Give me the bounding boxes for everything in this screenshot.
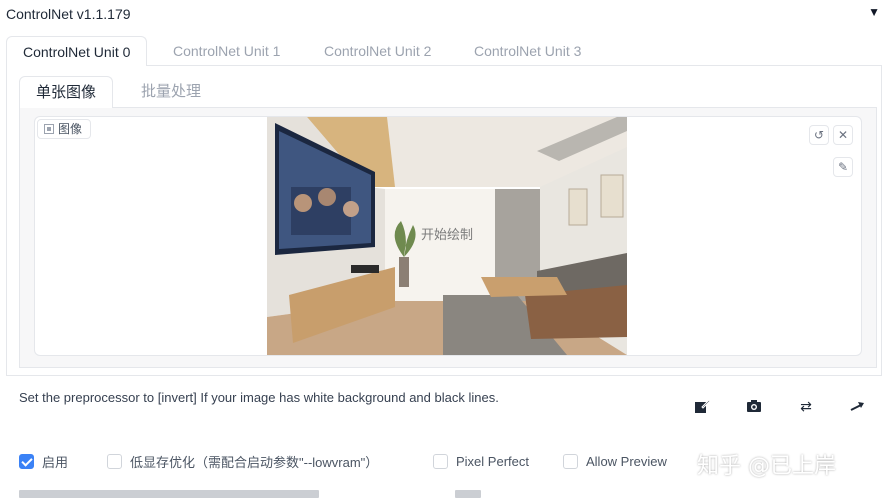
send-dimensions-icon[interactable]: [848, 396, 868, 416]
uploaded-photo: 开始绘制: [267, 117, 627, 355]
image-canvas[interactable]: 图像 开始绘制 ↺ ✕ ✎: [34, 116, 862, 356]
unit-tab-bar: ControlNet Unit 0 ControlNet Unit 1 Cont…: [6, 36, 882, 67]
tab-unit-3[interactable]: ControlNet Unit 3: [474, 36, 581, 66]
triangle-down-icon[interactable]: ▼: [868, 5, 880, 19]
option-lowvram[interactable]: 低显存优化（需配合启动参数"--lowvram"）: [107, 452, 378, 470]
lowvram-label: 低显存优化（需配合启动参数"--lowvram"）: [130, 454, 379, 470]
tab-unit-1[interactable]: ControlNet Unit 1: [173, 36, 280, 66]
tab-unit-0[interactable]: ControlNet Unit 0: [6, 36, 148, 67]
option-allow-preview[interactable]: Allow Preview: [563, 452, 667, 470]
option-enable[interactable]: 启用: [19, 452, 68, 470]
single-image-panel: 图像 开始绘制 ↺ ✕ ✎: [19, 108, 877, 368]
draw-overlay-text: 开始绘制: [421, 228, 473, 243]
image-label-text: 图像: [58, 122, 83, 136]
undo-icon[interactable]: ↺: [809, 125, 829, 145]
swap-icon[interactable]: ⇄: [796, 396, 816, 416]
image-icon: [44, 124, 54, 134]
brush-icon[interactable]: ✎: [833, 157, 853, 177]
camera-icon[interactable]: [744, 396, 764, 416]
watermark: 知乎 @已上岸: [697, 454, 836, 479]
mode-tab-bar: 单张图像 批量处理: [19, 76, 877, 109]
enable-checkbox[interactable]: [19, 453, 34, 469]
tab-unit-2[interactable]: ControlNet Unit 2: [324, 36, 431, 66]
image-label: 图像: [37, 119, 92, 139]
allow-preview-label: Allow Preview: [586, 453, 667, 469]
tab-batch[interactable]: 批量处理: [141, 76, 201, 108]
invert-hint: Set the preprocessor to [invert] If your…: [19, 390, 499, 405]
enable-label: 启用: [42, 454, 69, 470]
panel-title: ControlNet v1.1.179: [6, 6, 131, 22]
pixel-perfect-label: Pixel Perfect: [456, 453, 529, 469]
allow-preview-checkbox[interactable]: [563, 453, 578, 469]
cut-off-row: [455, 490, 481, 498]
edit-canvas-icon[interactable]: [692, 396, 712, 416]
close-icon[interactable]: ✕: [833, 125, 853, 145]
tab-single-image[interactable]: 单张图像: [19, 76, 114, 109]
option-pixel-perfect[interactable]: Pixel Perfect: [433, 452, 529, 470]
unit-panel: 单张图像 批量处理 图像 开始绘制 ↺ ✕ ✎: [6, 66, 882, 376]
cut-off-row: [19, 490, 319, 498]
lowvram-checkbox[interactable]: [107, 453, 122, 469]
pixel-perfect-checkbox[interactable]: [433, 453, 448, 469]
